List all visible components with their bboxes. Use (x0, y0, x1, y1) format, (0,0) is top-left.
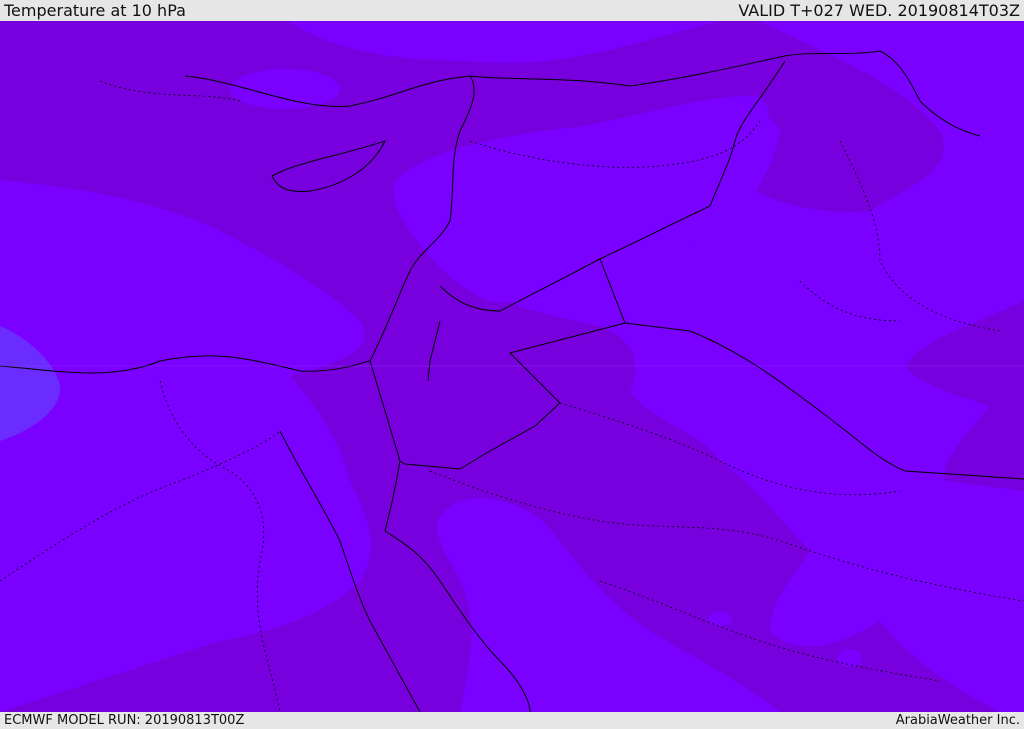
valid-time-label: VALID T+027 WED. 20190814T03Z (738, 1, 1020, 20)
model-run-label: ECMWF MODEL RUN: 20190813T00Z (4, 713, 245, 728)
light-pocket-east (708, 612, 732, 626)
credit-label: ArabiaWeather Inc. (895, 713, 1020, 728)
light-pocket-gulf (838, 649, 862, 667)
footer-bar: ECMWF MODEL RUN: 20190813T00Z ArabiaWeat… (0, 712, 1024, 729)
light-pocket-sinai (545, 607, 605, 635)
temperature-map[interactable] (0, 21, 1024, 712)
header-bar: Temperature at 10 hPa VALID T+027 WED. 2… (0, 0, 1024, 21)
map-title: Temperature at 10 hPa (4, 1, 186, 20)
